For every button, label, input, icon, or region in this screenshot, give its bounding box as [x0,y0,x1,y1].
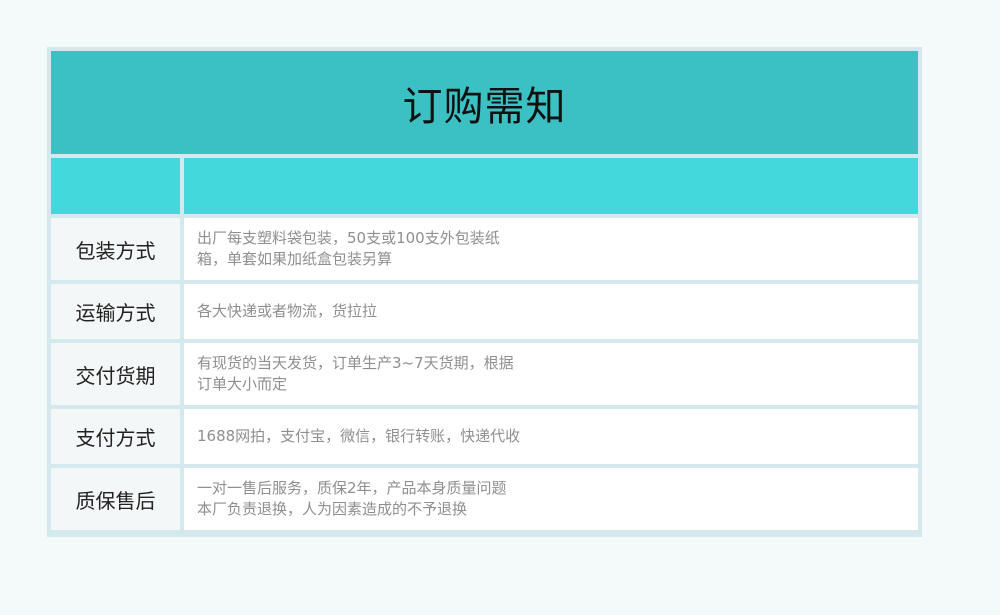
row-content: 1688网拍，支付宝，微信，银行转账，快递代收 [184,409,918,464]
page-title: 订购需知 [402,83,567,130]
content-line: 有现货的当天发货，订单生产3~7天货期，根据 [197,354,514,372]
content-line: 1688网拍，支付宝，微信，银行转账，快递代收 [197,427,521,445]
content-line: 订单大小而定 [197,375,288,393]
content-line: 各大快递或者物流，货拉拉 [197,302,378,320]
content-line: 箱，单套如果加纸盒包装另算 [197,250,393,268]
row-label: 交付货期 [51,343,180,405]
row-delivery-time: 交付货期 有现货的当天发货，订单生产3~7天货期，根据 订单大小而定 [51,343,918,405]
content-line: 一对一售后服务，质保2年，产品本身质量问题 [197,479,507,497]
row-content: 有现货的当天发货，订单生产3~7天货期，根据 订单大小而定 [184,343,918,405]
row-shipping: 运输方式 各大快递或者物流，货拉拉 [51,284,918,339]
content-line: 出厂每支塑料袋包装，50支或100支外包装纸 [197,229,500,247]
title-bar: 订购需知 [51,51,918,154]
row-label: 支付方式 [51,409,180,464]
row-label: 质保售后 [51,468,180,530]
row-content: 出厂每支塑料袋包装，50支或100支外包装纸 箱，单套如果加纸盒包装另算 [184,218,918,280]
row-label: 运输方式 [51,284,180,339]
subheader-cell-left [51,158,180,214]
row-label: 包装方式 [51,218,180,280]
row-payment: 支付方式 1688网拍，支付宝，微信，银行转账，快递代收 [51,409,918,464]
row-warranty: 质保售后 一对一售后服务，质保2年，产品本身质量问题 本厂负责退换，人为因素造成… [51,468,918,530]
row-packaging: 包装方式 出厂每支塑料袋包装，50支或100支外包装纸 箱，单套如果加纸盒包装另… [51,218,918,280]
row-content: 一对一售后服务，质保2年，产品本身质量问题 本厂负责退换，人为因素造成的不予退换 [184,468,918,530]
subheader-cell-right [184,158,918,214]
row-content: 各大快递或者物流，货拉拉 [184,284,918,339]
subheader-row [51,158,918,214]
content-line: 本厂负责退换，人为因素造成的不予退换 [197,500,468,518]
order-notice-table: 订购需知 包装方式 出厂每支塑料袋包装，50支或100支外包装纸 箱，单套如果加… [47,47,922,537]
